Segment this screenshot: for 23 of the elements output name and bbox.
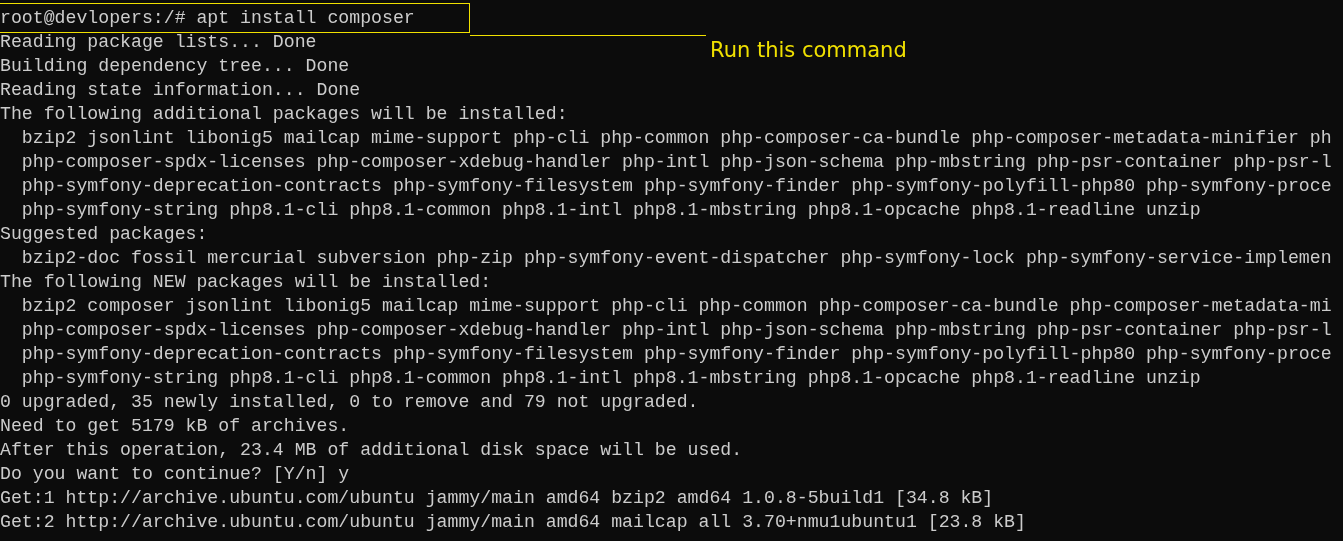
command-line: root@devlopers:/# apt install composer: [0, 3, 470, 33]
output-line: php-symfony-deprecation-contracts php-symfony-filesystem php-symfony-finder php-symfony-polyfill-php80 php-symfony-proce: [20, 344, 1332, 364]
output-line: Suggested packages:: [0, 224, 208, 244]
output-line: The following additional packages will be installed:: [0, 104, 568, 124]
output-line: Need to get 5179 kB of archives.: [0, 416, 350, 436]
output-line: bzip2-doc fossil mercurial subversion php-zip php-symfony-event-dispatcher php-symfony-lock php-symfony-service-implemen: [20, 248, 1332, 268]
output-line: bzip2 composer jsonlint libonig5 mailcap mime-support php-cli php-common php-composer-ca-bundle php-composer-metadata-mi: [20, 296, 1332, 316]
output-line: php-symfony-string php8.1-cli php8.1-common php8.1-intl php8.1-mbstring php8.1-opcache php8.1-readline unzip: [20, 200, 1201, 220]
output-line: php-symfony-deprecation-contracts php-symfony-filesystem php-symfony-finder php-symfony-polyfill-php80 php-symfony-proce: [20, 176, 1332, 196]
output-line: Do you want to continue? [Y/n] y: [0, 464, 350, 484]
output-line: Building dependency tree... Done: [0, 56, 350, 76]
output-line: The following NEW packages will be installed:: [0, 272, 492, 292]
annotation-text: Run this command: [710, 37, 907, 64]
output-line: bzip2 jsonlint libonig5 mailcap mime-support php-cli php-common php-composer-ca-bundle php-composer-metadata-minifier ph: [20, 128, 1332, 148]
output-line: Get:2 http://archive.ubuntu.com/ubuntu jammy/main amd64 mailcap all 3.70+nmu1ubuntu1 [23.8 kB]: [0, 512, 1026, 532]
output-line: After this operation, 23.4 MB of additional disk space will be used.: [0, 440, 743, 460]
output-line: Reading package lists... Done: [0, 32, 317, 52]
output-line: 0 upgraded, 35 newly installed, 0 to remove and 79 not upgraded.: [0, 392, 699, 412]
output-line: Reading state information... Done: [0, 80, 361, 100]
output-line: php-composer-spdx-licenses php-composer-xdebug-handler php-intl php-json-schema php-mbstring php-psr-container php-psr-l: [20, 152, 1332, 172]
output-line: php-composer-spdx-licenses php-composer-xdebug-handler php-intl php-json-schema php-mbstring php-psr-container php-psr-l: [20, 320, 1332, 340]
output-line: php-symfony-string php8.1-cli php8.1-common php8.1-intl php8.1-mbstring php8.1-opcache php8.1-readline unzip: [20, 368, 1201, 388]
output-line: Get:1 http://archive.ubuntu.com/ubuntu jammy/main amd64 bzip2 amd64 1.0.8-5build1 [34.8 kB]: [0, 488, 994, 508]
